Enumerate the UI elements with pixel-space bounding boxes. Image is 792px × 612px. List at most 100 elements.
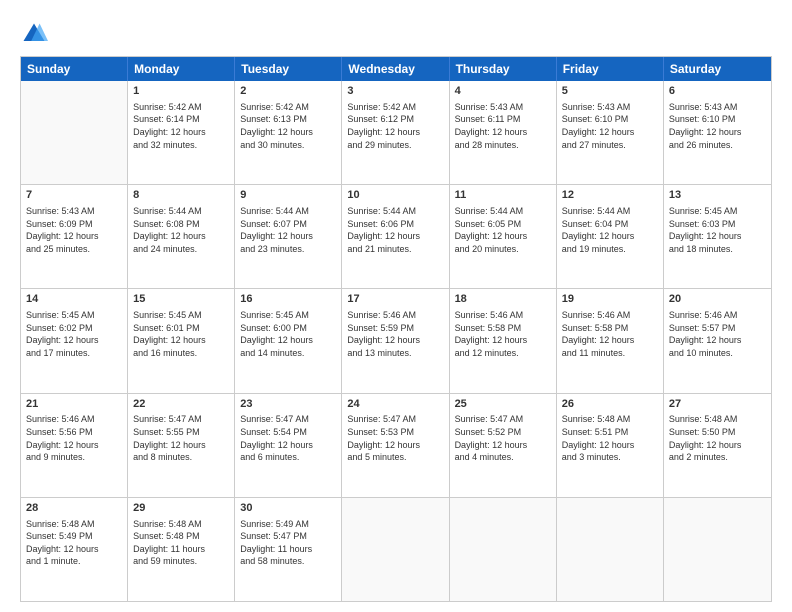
calendar-day-empty: [664, 498, 771, 601]
day-info: Sunrise: 5:47 AM Sunset: 5:53 PM Dayligh…: [347, 413, 443, 463]
day-number: 6: [669, 84, 766, 99]
calendar-day-12: 12 Sunrise: 5:44 AM Sunset: 6:04 PM Dayli…: [557, 185, 664, 288]
calendar-header-thursday: Thursday: [450, 57, 557, 81]
day-info: Sunrise: 5:42 AM Sunset: 6:13 PM Dayligh…: [240, 101, 336, 151]
calendar-day-28: 28 Sunrise: 5:48 AM Sunset: 5:49 PM Dayli…: [21, 498, 128, 601]
day-number: 21: [26, 397, 122, 412]
calendar-week-5: 28 Sunrise: 5:48 AM Sunset: 5:49 PM Dayli…: [21, 498, 771, 601]
logo: [20, 20, 52, 48]
calendar-day-20: 20 Sunrise: 5:46 AM Sunset: 5:57 PM Dayli…: [664, 289, 771, 392]
day-number: 16: [240, 292, 336, 307]
day-info: Sunrise: 5:47 AM Sunset: 5:52 PM Dayligh…: [455, 413, 551, 463]
calendar-day-24: 24Sunrise: 5:47 AM Sunset: 5:53 PM Dayli…: [342, 394, 449, 497]
day-info: Sunrise: 5:43 AM Sunset: 6:11 PM Dayligh…: [455, 101, 551, 151]
day-info: Sunrise: 5:45 AM Sunset: 6:02 PM Dayligh…: [26, 309, 122, 359]
day-info: Sunrise: 5:46 AM Sunset: 5:59 PM Dayligh…: [347, 309, 443, 359]
day-info: Sunrise: 5:44 AM Sunset: 6:06 PM Dayligh…: [347, 205, 443, 255]
header: [20, 16, 772, 48]
day-info: Sunrise: 5:44 AM Sunset: 6:05 PM Dayligh…: [455, 205, 551, 255]
day-number: 14: [26, 292, 122, 307]
calendar: SundayMondayTuesdayWednesdayThursdayFrid…: [20, 56, 772, 602]
calendar-day-9: 9Sunrise: 5:44 AM Sunset: 6:07 PM Daylig…: [235, 185, 342, 288]
day-number: 26: [562, 397, 658, 412]
day-number: 19: [562, 292, 658, 307]
day-info: Sunrise: 5:49 AM Sunset: 5:47 PM Dayligh…: [240, 518, 336, 568]
calendar-day-10: 10 Sunrise: 5:44 AM Sunset: 6:06 PM Dayli…: [342, 185, 449, 288]
day-info: Sunrise: 5:42 AM Sunset: 6:14 PM Dayligh…: [133, 101, 229, 151]
calendar-day-23: 23Sunrise: 5:47 AM Sunset: 5:54 PM Dayli…: [235, 394, 342, 497]
day-number: 8: [133, 188, 229, 203]
calendar-day-21: 21Sunrise: 5:46 AM Sunset: 5:56 PM Dayli…: [21, 394, 128, 497]
day-info: Sunrise: 5:48 AM Sunset: 5:51 PM Dayligh…: [562, 413, 658, 463]
calendar-day-empty: [557, 498, 664, 601]
day-number: 18: [455, 292, 551, 307]
calendar-day-13: 13 Sunrise: 5:45 AM Sunset: 6:03 PM Dayli…: [664, 185, 771, 288]
day-number: 29: [133, 501, 229, 516]
day-info: Sunrise: 5:48 AM Sunset: 5:49 PM Dayligh…: [26, 518, 122, 568]
day-number: 4: [455, 84, 551, 99]
day-number: 2: [240, 84, 336, 99]
day-info: Sunrise: 5:47 AM Sunset: 5:54 PM Dayligh…: [240, 413, 336, 463]
day-number: 20: [669, 292, 766, 307]
calendar-day-6: 6 Sunrise: 5:43 AM Sunset: 6:10 PM Daylig…: [664, 81, 771, 184]
day-info: Sunrise: 5:43 AM Sunset: 6:10 PM Dayligh…: [562, 101, 658, 151]
day-info: Sunrise: 5:43 AM Sunset: 6:09 PM Dayligh…: [26, 205, 122, 255]
calendar-day-4: 4 Sunrise: 5:43 AM Sunset: 6:11 PM Daylig…: [450, 81, 557, 184]
day-number: 7: [26, 188, 122, 203]
calendar-week-4: 21Sunrise: 5:46 AM Sunset: 5:56 PM Dayli…: [21, 394, 771, 498]
calendar-day-18: 18 Sunrise: 5:46 AM Sunset: 5:58 PM Dayli…: [450, 289, 557, 392]
calendar-day-17: 17 Sunrise: 5:46 AM Sunset: 5:59 PM Dayli…: [342, 289, 449, 392]
calendar-week-3: 14 Sunrise: 5:45 AM Sunset: 6:02 PM Dayli…: [21, 289, 771, 393]
calendar-header-row: SundayMondayTuesdayWednesdayThursdayFrid…: [21, 57, 771, 81]
day-number: 27: [669, 397, 766, 412]
day-number: 25: [455, 397, 551, 412]
day-number: 10: [347, 188, 443, 203]
day-number: 28: [26, 501, 122, 516]
day-number: 23: [240, 397, 336, 412]
calendar-day-25: 25Sunrise: 5:47 AM Sunset: 5:52 PM Dayli…: [450, 394, 557, 497]
calendar-day-empty: [342, 498, 449, 601]
calendar-header-friday: Friday: [557, 57, 664, 81]
day-number: 30: [240, 501, 336, 516]
day-info: Sunrise: 5:45 AM Sunset: 6:01 PM Dayligh…: [133, 309, 229, 359]
day-info: Sunrise: 5:44 AM Sunset: 6:07 PM Dayligh…: [240, 205, 336, 255]
calendar-header-monday: Monday: [128, 57, 235, 81]
calendar-day-22: 22Sunrise: 5:47 AM Sunset: 5:55 PM Dayli…: [128, 394, 235, 497]
calendar-day-19: 19 Sunrise: 5:46 AM Sunset: 5:58 PM Dayli…: [557, 289, 664, 392]
day-number: 5: [562, 84, 658, 99]
day-number: 12: [562, 188, 658, 203]
day-number: 1: [133, 84, 229, 99]
day-info: Sunrise: 5:47 AM Sunset: 5:55 PM Dayligh…: [133, 413, 229, 463]
day-number: 17: [347, 292, 443, 307]
calendar-day-5: 5 Sunrise: 5:43 AM Sunset: 6:10 PM Daylig…: [557, 81, 664, 184]
calendar-day-1: 1 Sunrise: 5:42 AM Sunset: 6:14 PM Daylig…: [128, 81, 235, 184]
day-info: Sunrise: 5:48 AM Sunset: 5:48 PM Dayligh…: [133, 518, 229, 568]
calendar-header-wednesday: Wednesday: [342, 57, 449, 81]
calendar-day-11: 11 Sunrise: 5:44 AM Sunset: 6:05 PM Dayli…: [450, 185, 557, 288]
day-info: Sunrise: 5:46 AM Sunset: 5:58 PM Dayligh…: [455, 309, 551, 359]
day-number: 3: [347, 84, 443, 99]
day-info: Sunrise: 5:43 AM Sunset: 6:10 PM Dayligh…: [669, 101, 766, 151]
calendar-week-2: 7 Sunrise: 5:43 AM Sunset: 6:09 PM Daylig…: [21, 185, 771, 289]
calendar-day-7: 7 Sunrise: 5:43 AM Sunset: 6:09 PM Daylig…: [21, 185, 128, 288]
calendar-day-26: 26Sunrise: 5:48 AM Sunset: 5:51 PM Dayli…: [557, 394, 664, 497]
calendar-day-empty: [21, 81, 128, 184]
day-info: Sunrise: 5:46 AM Sunset: 5:57 PM Dayligh…: [669, 309, 766, 359]
day-number: 24: [347, 397, 443, 412]
day-info: Sunrise: 5:44 AM Sunset: 6:08 PM Dayligh…: [133, 205, 229, 255]
calendar-day-14: 14 Sunrise: 5:45 AM Sunset: 6:02 PM Dayli…: [21, 289, 128, 392]
day-number: 22: [133, 397, 229, 412]
calendar-header-saturday: Saturday: [664, 57, 771, 81]
day-info: Sunrise: 5:45 AM Sunset: 6:03 PM Dayligh…: [669, 205, 766, 255]
calendar-day-2: 2 Sunrise: 5:42 AM Sunset: 6:13 PM Daylig…: [235, 81, 342, 184]
day-number: 11: [455, 188, 551, 203]
day-info: Sunrise: 5:46 AM Sunset: 5:56 PM Dayligh…: [26, 413, 122, 463]
day-info: Sunrise: 5:42 AM Sunset: 6:12 PM Dayligh…: [347, 101, 443, 151]
calendar-week-1: 1 Sunrise: 5:42 AM Sunset: 6:14 PM Daylig…: [21, 81, 771, 185]
day-info: Sunrise: 5:46 AM Sunset: 5:58 PM Dayligh…: [562, 309, 658, 359]
day-info: Sunrise: 5:45 AM Sunset: 6:00 PM Dayligh…: [240, 309, 336, 359]
day-number: 13: [669, 188, 766, 203]
calendar-day-8: 8 Sunrise: 5:44 AM Sunset: 6:08 PM Daylig…: [128, 185, 235, 288]
calendar-day-27: 27Sunrise: 5:48 AM Sunset: 5:50 PM Dayli…: [664, 394, 771, 497]
day-info: Sunrise: 5:44 AM Sunset: 6:04 PM Dayligh…: [562, 205, 658, 255]
